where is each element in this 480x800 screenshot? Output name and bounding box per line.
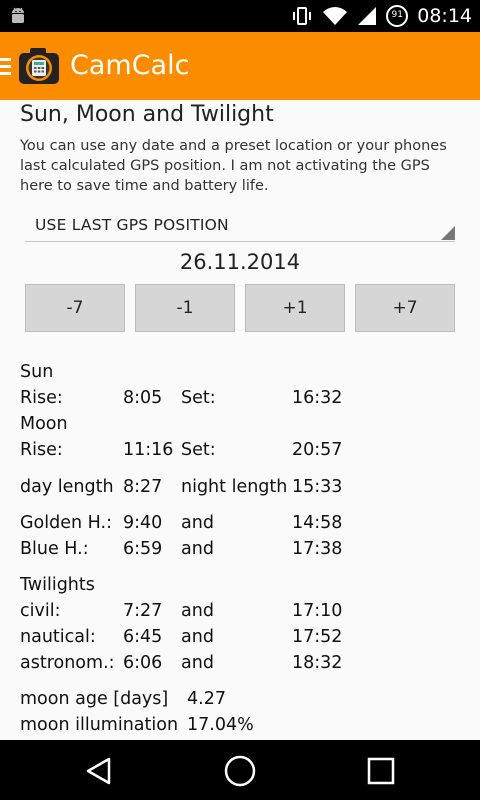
battery-level: 91	[391, 10, 403, 20]
recents-icon[interactable]	[364, 754, 398, 788]
location-spinner-value: USE LAST GPS POSITION	[35, 216, 229, 234]
minus-1-day-button[interactable]: -1	[135, 284, 235, 332]
moon-age-label: moon age [days]	[20, 689, 169, 709]
back-icon[interactable]	[82, 754, 116, 788]
moon-illumination-label: moon illumination	[20, 715, 179, 735]
sun-rise-value: 8:05	[123, 388, 163, 408]
civil-twilight-and: and	[181, 601, 214, 621]
moon-set-label: Set:	[181, 440, 216, 460]
civil-twilight-start: 7:27	[123, 601, 163, 621]
astronomical-twilight-end: 18:32	[292, 653, 343, 673]
astronomical-twilight-start: 6:06	[123, 653, 163, 673]
wifi-icon	[323, 7, 348, 25]
golden-hour-and: and	[181, 513, 214, 533]
golden-hour-label: Golden H.:	[20, 513, 112, 533]
moon-illumination-value: 17.04%	[187, 715, 254, 735]
civil-twilight-end: 17:10	[292, 601, 343, 621]
battery-icon: 91	[386, 5, 409, 27]
golden-hour-end: 14:58	[292, 513, 343, 533]
day-length-label: day length	[20, 477, 114, 497]
dropdown-arrow-icon	[441, 226, 455, 240]
golden-hour-start: 9:40	[123, 513, 163, 533]
camera-calculator-icon[interactable]	[18, 46, 60, 86]
moon-rise-value: 11:16	[123, 440, 174, 460]
vibrate-icon	[293, 7, 312, 25]
nautical-twilight-end: 17:52	[292, 627, 343, 647]
blue-hour-label: Blue H.:	[20, 539, 89, 559]
app-title: CamCalc	[70, 50, 190, 81]
astronomical-twilight-label: astronom.:	[20, 653, 115, 673]
blue-hour-start: 6:59	[123, 539, 163, 559]
navigation-bar	[0, 740, 480, 800]
app-bar: CamCalc	[0, 32, 480, 100]
nautical-twilight-label: nautical:	[20, 627, 96, 647]
main-content[interactable]: Sun, Moon and Twilight You can use any d…	[0, 100, 480, 740]
signal-icon	[358, 7, 377, 25]
blue-hour-and: and	[181, 539, 214, 559]
civil-twilight-label: civil:	[20, 601, 61, 621]
night-length-label: night length	[181, 477, 288, 497]
android-icon	[12, 7, 24, 23]
clock: 08:14	[417, 5, 472, 27]
location-spinner[interactable]: USE LAST GPS POSITION	[25, 208, 455, 242]
plus-7-days-button[interactable]: +7	[355, 284, 455, 332]
nautical-twilight-start: 6:45	[123, 627, 163, 647]
moon-age-value: 4.27	[187, 689, 226, 709]
moon-heading: Moon	[20, 414, 68, 434]
blue-hour-end: 17:38	[292, 539, 343, 559]
selected-date: 26.11.2014	[179, 250, 301, 274]
status-bar: 91 08:14	[0, 0, 480, 32]
plus-1-day-button[interactable]: +1	[245, 284, 345, 332]
nautical-twilight-and: and	[181, 627, 214, 647]
minus-7-days-button[interactable]: -7	[25, 284, 125, 332]
moon-set-value: 20:57	[292, 440, 343, 460]
menu-icon[interactable]	[0, 56, 12, 76]
sun-set-label: Set:	[181, 388, 216, 408]
sun-set-value: 16:32	[292, 388, 343, 408]
page-title: Sun, Moon and Twilight	[20, 102, 274, 127]
home-icon[interactable]	[223, 754, 257, 788]
sun-heading: Sun	[20, 362, 54, 382]
day-length-value: 8:27	[123, 477, 163, 497]
twilights-heading: Twilights	[20, 575, 95, 595]
moon-rise-label: Rise:	[20, 440, 63, 460]
sun-rise-label: Rise:	[20, 388, 63, 408]
astronomical-twilight-and: and	[181, 653, 214, 673]
night-length-value: 15:33	[292, 477, 343, 497]
page-description: You can use any date and a preset locati…	[20, 138, 447, 194]
